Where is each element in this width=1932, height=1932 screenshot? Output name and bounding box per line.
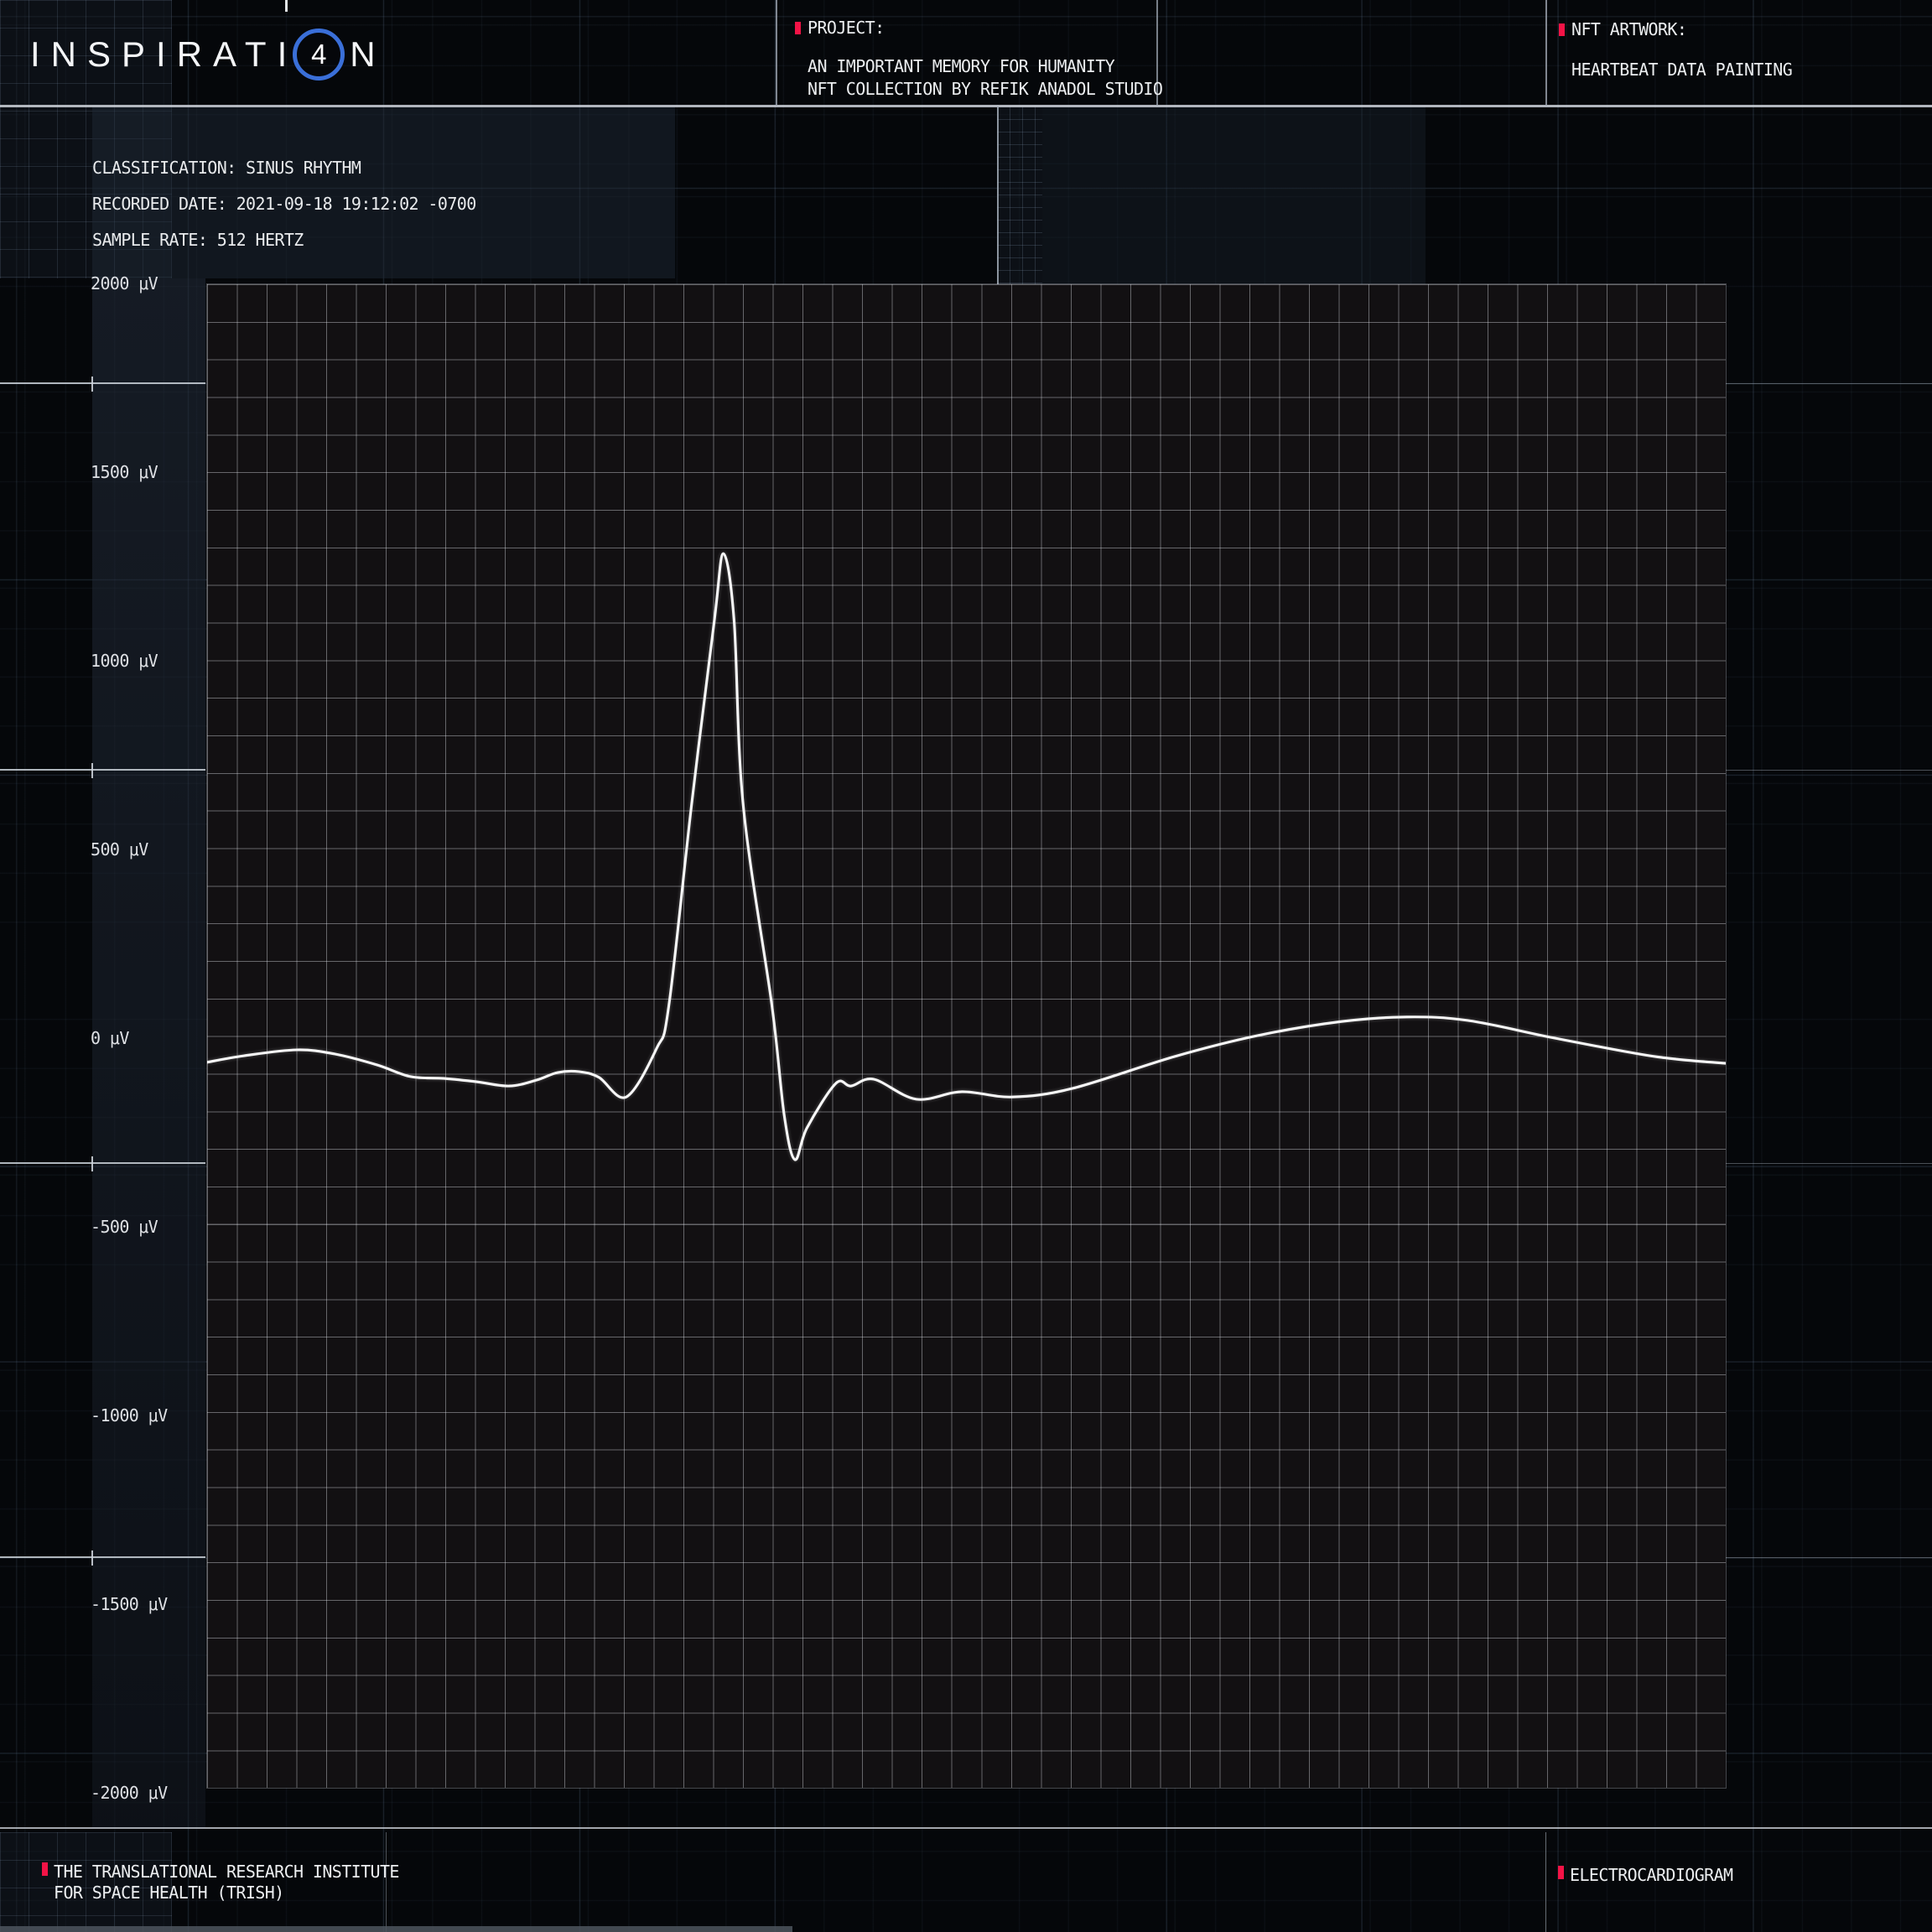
right-margin-tick-line <box>1726 770 1932 771</box>
project-line-1: AN IMPORTANT MEMORY FOR HUMANITY <box>808 56 1114 76</box>
tick-cross-marker <box>91 1550 93 1566</box>
sample-rate-text: SAMPLE RATE: 512 HERTZ <box>92 230 304 250</box>
y-axis-tick-label: -500 μV <box>91 1217 158 1237</box>
classification-text: CLASSIFICATION: SINUS RHYTHM <box>92 158 361 178</box>
logo-text-suffix: N <box>350 34 386 75</box>
footer-divider-line <box>0 1827 1932 1829</box>
y-axis-tick-label: 0 μV <box>91 1028 129 1048</box>
project-label-row: PROJECT: <box>795 18 885 38</box>
artwork-label: NFT ARTWORK: <box>1571 19 1686 39</box>
trish-line-1: THE TRANSLATIONAL RESEARCH INSTITUTE <box>54 1862 399 1882</box>
right-margin-tick-line <box>1726 1163 1932 1164</box>
red-marker-icon <box>1559 23 1565 36</box>
red-marker-icon <box>42 1862 48 1876</box>
left-margin-tick-line <box>0 382 205 384</box>
top-edge-notch <box>285 0 288 12</box>
red-marker-icon <box>795 22 801 34</box>
project-label: PROJECT: <box>808 18 885 38</box>
footer-separator-2 <box>1545 1832 1546 1932</box>
y-axis-tick-label: -1000 μV <box>91 1405 168 1426</box>
artwork-section: NFT ARTWORK: HEARTBEAT DATA PAINTING <box>1559 19 1686 39</box>
y-axis-tick-label: -1500 μV <box>91 1594 168 1614</box>
artwork-name: HEARTBEAT DATA PAINTING <box>1571 60 1792 80</box>
y-axis-tick-label: 1500 μV <box>91 462 158 482</box>
ecg-chart-area <box>207 284 1726 1788</box>
logo-circled-digit: 4 <box>311 39 326 70</box>
y-axis-tick-label: 500 μV <box>91 839 148 860</box>
artwork-label-row: NFT ARTWORK: <box>1559 19 1686 39</box>
nft-artwork-canvas: INSPIRATI 4 N PROJECT: AN IMPORTANT MEMO… <box>0 0 1932 1932</box>
project-section: PROJECT: AN IMPORTANT MEMORY FOR HUMANIT… <box>795 18 885 38</box>
project-line-2: NFT COLLECTION BY REFIK ANADOL STUDIO <box>808 79 1162 99</box>
right-margin-tick-line <box>1726 1557 1932 1558</box>
y-axis-tick-label: 1000 μV <box>91 651 158 671</box>
y-axis-tick-label: -2000 μV <box>91 1783 168 1803</box>
header-separator-1 <box>776 0 777 106</box>
bottom-edge-band <box>0 1926 792 1932</box>
trish-line-2: FOR SPACE HEALTH (TRISH) <box>54 1883 284 1903</box>
y-axis-tick-label: 2000 μV <box>91 273 158 293</box>
left-margin-tick-line <box>0 1162 205 1164</box>
left-margin-tick-line <box>0 769 205 771</box>
inspiration4-logo: INSPIRATI 4 N <box>30 29 387 80</box>
top-middle-panel <box>1042 106 1426 284</box>
info-panel-background <box>92 106 675 278</box>
red-marker-icon <box>1558 1866 1564 1879</box>
recorded-date-text: RECORDED DATE: 2021-09-18 19:12:02 -0700 <box>92 194 476 214</box>
mid-vertical-accent <box>997 106 999 284</box>
header-divider-line <box>0 105 1932 107</box>
tick-cross-marker <box>91 377 93 392</box>
tick-cross-marker <box>91 763 93 778</box>
fine-grid-top-middle <box>997 106 1042 284</box>
right-margin-tick-line <box>1726 383 1932 384</box>
logo-circled-4-icon: 4 <box>293 29 345 80</box>
logo-text-prefix: INSPIRATI <box>30 34 298 75</box>
footer-separator-1 <box>386 1832 387 1932</box>
ecg-waveform <box>207 553 1726 1160</box>
tick-cross-marker <box>91 1156 93 1171</box>
ecg-trace-svg <box>207 284 1726 1788</box>
header-separator-3 <box>1545 0 1547 106</box>
left-margin-tick-line <box>0 1556 205 1558</box>
electrocardiogram-label: ELECTROCARDIOGRAM <box>1570 1865 1733 1885</box>
